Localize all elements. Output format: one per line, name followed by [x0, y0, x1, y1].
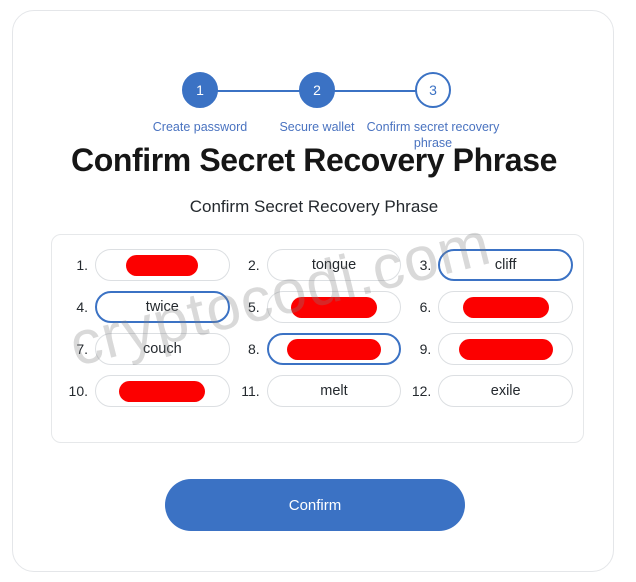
seed-word-index: 2.	[247, 257, 260, 273]
onboarding-card: 1 2 3 Create password Secure wallet Conf…	[12, 10, 614, 572]
seed-word-pill[interactable]	[95, 249, 230, 281]
seed-word-index: 11.	[241, 383, 260, 399]
stepper-node-3[interactable]: 3	[415, 72, 451, 108]
seed-word-row: 10.	[62, 375, 230, 407]
page-title: Confirm Secret Recovery Phrase	[70, 142, 557, 178]
seed-word-row: 11. melt	[234, 375, 402, 407]
seed-word-text: twice	[145, 299, 179, 315]
seed-word-index: 7.	[76, 341, 88, 357]
app-root: 1 2 3 Create password Secure wallet Conf…	[0, 0, 636, 582]
seed-word-pill[interactable]: twice	[95, 291, 230, 323]
seed-word-index: 5.	[247, 299, 260, 315]
seed-word-text: cliff	[494, 257, 517, 273]
seed-word-redaction	[286, 338, 381, 360]
seed-word-pill[interactable]	[266, 291, 402, 323]
seed-word-row: 7. couch	[62, 333, 230, 365]
seed-word-redaction	[290, 296, 377, 318]
seed-word-text: couch	[142, 341, 182, 357]
seed-word-index: 10.	[68, 383, 88, 399]
seed-word-pill[interactable]: cliff	[438, 249, 573, 281]
seed-word-index: 3.	[419, 257, 432, 273]
seed-word-index: 6.	[419, 299, 432, 315]
seed-word-pill[interactable]	[438, 291, 573, 323]
seed-phrase-panel: 1. 2. tongue 3. cliff 4. twice 5. 6. 7. couch 8. 9. 1…	[51, 234, 584, 443]
seed-word-pill[interactable]: exile	[438, 375, 573, 407]
page-subtitle: Confirm Secret Recovery Phrase	[189, 197, 439, 216]
seed-word-index: 9.	[419, 341, 432, 357]
seed-word-redaction	[119, 380, 206, 402]
seed-word-index: 12.	[411, 383, 432, 399]
seed-word-index: 4.	[76, 299, 88, 315]
seed-word-text: tongue	[311, 257, 357, 273]
seed-word-pill[interactable]: tongue	[266, 249, 402, 281]
seed-word-pill[interactable]	[266, 333, 402, 365]
seed-word-row: 5.	[234, 291, 402, 323]
stepper-node-2-number: 2	[313, 82, 321, 98]
seed-word-redaction	[458, 338, 553, 360]
seed-word-row: 8.	[234, 333, 402, 365]
seed-word-redaction	[126, 254, 199, 276]
seed-word-row: 12. exile	[405, 375, 573, 407]
stepper-node-2[interactable]: 2	[299, 72, 335, 108]
stepper-node-1-number: 1	[196, 82, 204, 98]
stepper-node-1[interactable]: 1	[182, 72, 218, 108]
confirm-button[interactable]: Confirm	[165, 479, 465, 531]
step-indicator: 1 2 3 Create password Secure wallet Conf…	[13, 43, 613, 150]
seed-word-pill[interactable]: couch	[95, 333, 230, 365]
seed-word-pill[interactable]: melt	[266, 375, 402, 407]
seed-word-index: 1.	[76, 257, 88, 273]
seed-word-text: melt	[320, 383, 348, 399]
seed-word-index: 8.	[247, 341, 260, 357]
seed-word-row: 1.	[62, 249, 230, 281]
seed-word-row: 9.	[405, 333, 573, 365]
seed-word-row: 3. cliff	[405, 249, 573, 281]
seed-word-row: 2. tongue	[234, 249, 402, 281]
seed-word-grid: 1. 2. tongue 3. cliff 4. twice 5. 6. 7. couch 8. 9. 1…	[62, 249, 573, 407]
seed-word-row: 6.	[405, 291, 573, 323]
seed-word-text: exile	[490, 383, 521, 399]
seed-word-pill[interactable]	[438, 333, 573, 365]
seed-word-redaction	[462, 296, 549, 318]
stepper-node-3-number: 3	[429, 82, 437, 98]
seed-word-pill[interactable]	[95, 375, 230, 407]
seed-word-row: 4. twice	[62, 291, 230, 323]
